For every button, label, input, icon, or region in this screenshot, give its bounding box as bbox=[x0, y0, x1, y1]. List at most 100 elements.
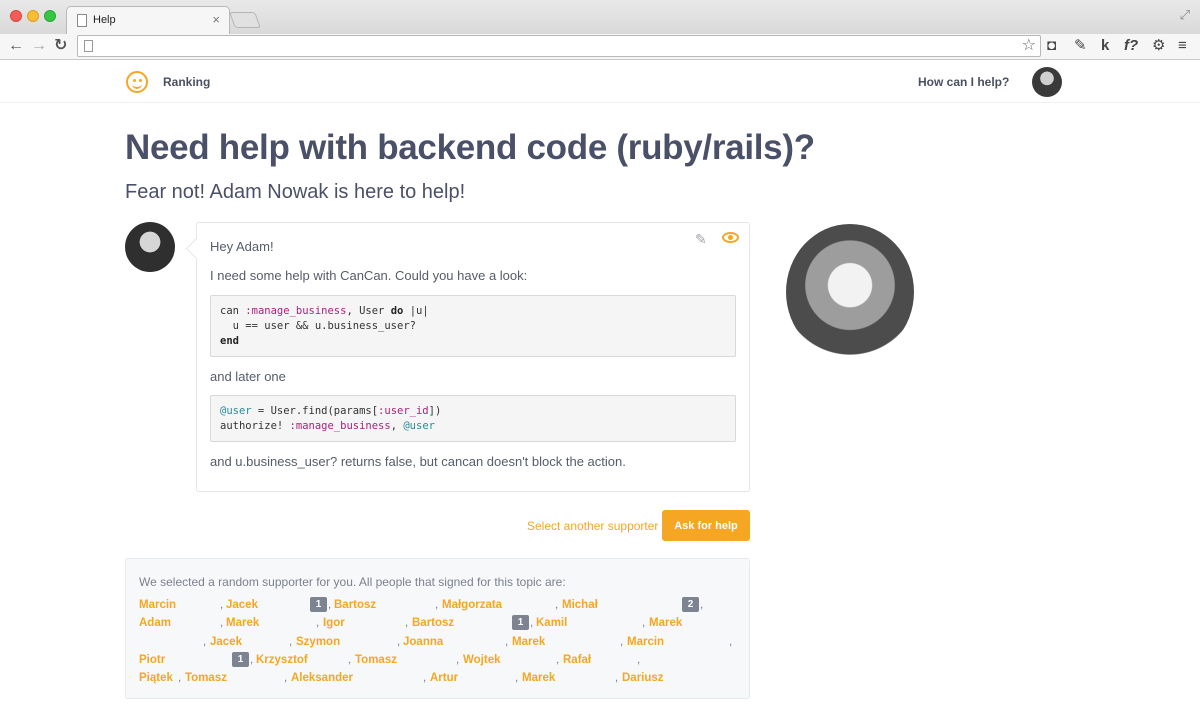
supporter-link[interactable]: Artur bbox=[430, 672, 458, 684]
supporters-intro: We selected a random supporter for you. … bbox=[139, 575, 566, 589]
pencil-edit-icon[interactable]: ✎ bbox=[695, 231, 707, 248]
separator: , bbox=[397, 636, 401, 648]
ask-for-help-button[interactable]: Ask for help bbox=[662, 510, 750, 541]
supporter-link[interactable]: Adam bbox=[139, 617, 171, 629]
separator: , bbox=[203, 636, 207, 648]
supporter-link[interactable]: Marcin bbox=[627, 636, 664, 648]
supporter-link[interactable]: Jacek bbox=[226, 599, 258, 611]
separator: , bbox=[405, 617, 409, 629]
supporter-link[interactable]: Bartosz bbox=[412, 617, 454, 629]
supporter-link[interactable]: Joanna bbox=[403, 636, 443, 648]
separator: , bbox=[435, 599, 439, 611]
address-input[interactable] bbox=[100, 38, 1000, 54]
browser-tabbar: Help × ⤢ bbox=[0, 0, 1200, 34]
supporter-link[interactable]: Bartosz bbox=[334, 599, 376, 611]
count-badge: 1 bbox=[232, 652, 249, 667]
supporter-link[interactable]: Michał bbox=[562, 599, 598, 611]
message-middle: and later one bbox=[210, 369, 286, 384]
separator: , bbox=[456, 654, 460, 666]
eye-preview-icon[interactable] bbox=[722, 232, 739, 243]
supporter-link[interactable]: Tomasz bbox=[185, 672, 227, 684]
menu-icon[interactable]: ≡ bbox=[1178, 36, 1187, 56]
bookmark-star-icon[interactable]: ☆ bbox=[1022, 37, 1036, 55]
separator: , bbox=[220, 617, 224, 629]
code-line: u == user && u.business_user? bbox=[220, 320, 416, 332]
supporter-link[interactable]: Piątek bbox=[139, 672, 173, 684]
select-another-supporter-link[interactable]: Select another supporter bbox=[527, 519, 658, 533]
page-title: Need help with backend code (ruby/rails)… bbox=[125, 128, 815, 167]
count-badge: 1 bbox=[310, 597, 327, 612]
nav-help-link[interactable]: How can I help? bbox=[918, 75, 1009, 89]
separator: , bbox=[555, 599, 559, 611]
separator: , bbox=[530, 617, 534, 629]
separator: , bbox=[615, 672, 619, 684]
supporter-link[interactable]: Rafał bbox=[563, 654, 591, 666]
browser-tab[interactable]: Help × bbox=[66, 6, 230, 34]
current-user-avatar[interactable] bbox=[1032, 67, 1062, 97]
app-navbar: Ranking How can I help? bbox=[0, 61, 1200, 103]
reload-icon[interactable]: ↻ bbox=[54, 36, 67, 56]
supporter-link[interactable]: Aleksander bbox=[291, 672, 353, 684]
supporter-link[interactable]: Marcin bbox=[139, 599, 176, 611]
supporter-photo bbox=[786, 224, 914, 360]
separator: , bbox=[348, 654, 352, 666]
fullscreen-icon[interactable]: ⤢ bbox=[1180, 7, 1190, 23]
count-badge: 1 bbox=[512, 615, 529, 630]
back-icon[interactable]: ← bbox=[8, 36, 24, 56]
supporter-link[interactable]: Jacek bbox=[210, 636, 242, 648]
code-line: end bbox=[220, 335, 239, 347]
separator: , bbox=[328, 599, 332, 611]
supporter-link[interactable]: Marek bbox=[512, 636, 545, 648]
separator: , bbox=[220, 599, 224, 611]
tab-title: Help bbox=[93, 14, 116, 26]
f-extension-icon[interactable]: f? bbox=[1124, 36, 1138, 56]
close-window-button[interactable] bbox=[10, 10, 22, 22]
forward-icon[interactable]: → bbox=[31, 36, 47, 56]
k-extension-icon[interactable]: k bbox=[1101, 36, 1109, 56]
supporter-link[interactable]: Marek bbox=[522, 672, 555, 684]
code-block-ability: can :manage_business, User do |u| u == u… bbox=[210, 295, 736, 357]
supporter-link[interactable]: Wojtek bbox=[463, 654, 501, 666]
supporter-link[interactable]: Krzysztof bbox=[256, 654, 308, 666]
new-tab-button[interactable] bbox=[229, 12, 261, 28]
supporter-link[interactable]: Szymon bbox=[296, 636, 340, 648]
separator: , bbox=[505, 636, 509, 648]
supporter-link[interactable]: Marek bbox=[226, 617, 259, 629]
supporter-link[interactable]: Dariusz bbox=[622, 672, 664, 684]
page-icon bbox=[84, 40, 93, 52]
supporter-link[interactable]: Igor bbox=[323, 617, 345, 629]
supporter-link[interactable]: Marek bbox=[649, 617, 682, 629]
pocket-icon[interactable]: ◘ bbox=[1047, 36, 1056, 56]
supporter-link[interactable]: Kamil bbox=[536, 617, 567, 629]
address-bar[interactable]: ☆ bbox=[77, 35, 1041, 57]
code-line: can :manage_business, User do |u| bbox=[220, 305, 429, 317]
nav-ranking-link[interactable]: Ranking bbox=[163, 75, 210, 89]
separator: , bbox=[642, 617, 646, 629]
message-intro: I need some help with CanCan. Could you … bbox=[210, 268, 528, 283]
separator: , bbox=[289, 636, 293, 648]
tab-close-icon[interactable]: × bbox=[212, 12, 220, 27]
code-block-authorize: @user = User.find(params[:user_id]) auth… bbox=[210, 395, 736, 442]
message-card: ✎ Hey Adam! I need some help with CanCan… bbox=[196, 222, 750, 492]
message-closing: and u.business_user? returns false, but … bbox=[210, 454, 626, 469]
browser-toolbar: ← → ↻ ☆ ◘ ✎ k f? ⚙ ≡ bbox=[0, 34, 1200, 60]
separator: , bbox=[316, 617, 320, 629]
count-badge: 2 bbox=[682, 597, 699, 612]
separator: , bbox=[515, 672, 519, 684]
separator: , bbox=[178, 672, 182, 684]
separator: , bbox=[284, 672, 288, 684]
supporter-link[interactable]: Piotr bbox=[139, 654, 165, 666]
wrench-icon[interactable]: ✎ bbox=[1074, 36, 1087, 56]
smiley-logo-icon[interactable] bbox=[126, 71, 148, 93]
gear-icon[interactable]: ⚙ bbox=[1152, 36, 1165, 56]
separator: , bbox=[729, 636, 733, 648]
separator: , bbox=[620, 636, 624, 648]
code-line: @user = User.find(params[:user_id]) bbox=[220, 405, 442, 417]
code-line: authorize! :manage_business, @user bbox=[220, 420, 435, 432]
message-greeting: Hey Adam! bbox=[210, 239, 274, 254]
supporter-link[interactable]: Małgorzata bbox=[442, 599, 502, 611]
separator: , bbox=[556, 654, 560, 666]
zoom-window-button[interactable] bbox=[44, 10, 56, 22]
minimize-window-button[interactable] bbox=[27, 10, 39, 22]
supporter-link[interactable]: Tomasz bbox=[355, 654, 397, 666]
